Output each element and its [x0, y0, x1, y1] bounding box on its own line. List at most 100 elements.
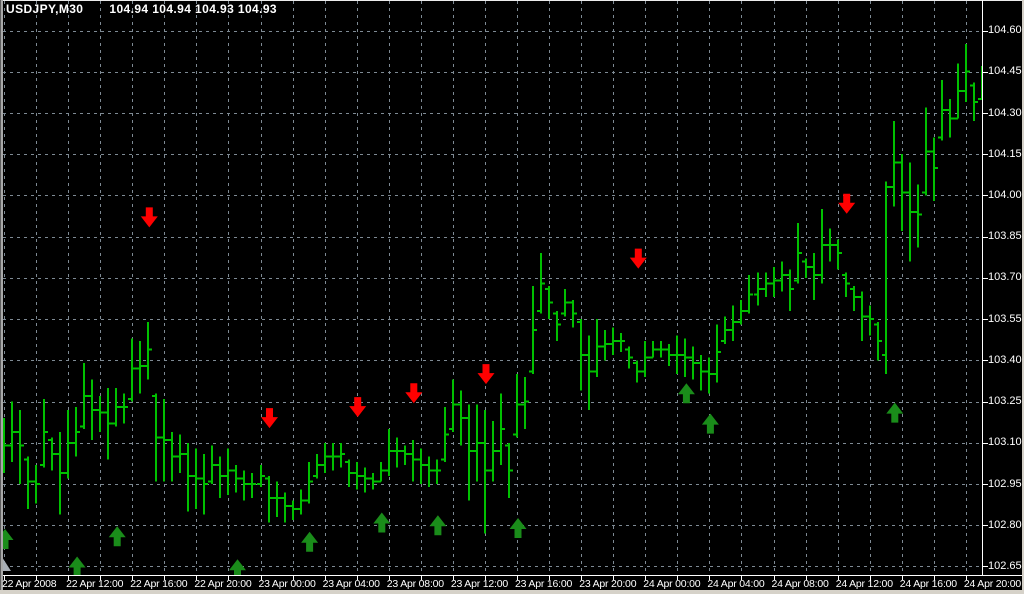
ohlc-bar [128, 338, 136, 402]
sell-signal-arrow-icon[interactable] [405, 383, 423, 404]
ohlc-bar [192, 448, 200, 509]
buy-signal-arrow-icon[interactable] [68, 556, 86, 577]
buy-signal-arrow-icon[interactable] [229, 559, 246, 579]
ohlc-bar [168, 431, 176, 482]
ohlc-bar [673, 335, 681, 375]
buy-signal-arrow-icon[interactable] [108, 526, 126, 547]
ohlc-bar [136, 341, 144, 394]
time-axis-label: 22 Apr 16:00 [130, 578, 188, 590]
ohlc-bar [721, 316, 729, 344]
sell-signal-arrow-icon[interactable] [629, 248, 647, 269]
ohlc-bar [144, 321, 152, 380]
ohlc-bar [601, 330, 609, 361]
ohlc-bar [609, 327, 617, 355]
ohlc-bar [489, 420, 497, 482]
ohlc-bar [112, 387, 120, 427]
ohlc-bar [858, 291, 866, 342]
ohlc-bar [393, 437, 401, 468]
chart-surface[interactable] [0, 0, 1024, 594]
time-axis-label: 23 Apr 16:00 [515, 578, 573, 590]
ohlc-bar [689, 346, 697, 380]
buy-signal-arrow-icon[interactable] [886, 402, 904, 423]
ohlc-bar [449, 379, 457, 432]
ohlc-bar [681, 338, 689, 377]
ohlc-bar [120, 393, 128, 424]
buy-signal-arrow-icon[interactable] [509, 518, 527, 538]
ohlc-bar [417, 448, 425, 484]
ohlc-bar [337, 442, 345, 468]
ohlc-bar [770, 266, 778, 298]
ohlc-bar [970, 82, 978, 122]
sell-signal-arrow-icon[interactable] [140, 207, 158, 228]
ohlc-bar [265, 475, 273, 523]
price-axis-label: 103.55 [988, 312, 1022, 325]
ohlc-bar [569, 299, 577, 328]
ohlc-bar [802, 258, 810, 278]
ohlc-bar [40, 398, 48, 468]
ohlc-bar [72, 407, 80, 457]
price-axis-label: 104.00 [988, 188, 1022, 201]
ohlc-bar [433, 459, 441, 484]
ohlc-bar [248, 473, 256, 498]
ohlc-bar [457, 390, 465, 446]
buy-signal-arrow-icon[interactable] [429, 515, 447, 536]
window-frame-left [0, 0, 3, 594]
time-axis-label: 24 Apr 12:00 [835, 578, 893, 590]
ohlc-bar [834, 239, 842, 270]
ohlc-bar [273, 481, 281, 517]
ohlc-bar [176, 434, 184, 473]
ohlc-bar [882, 181, 890, 375]
ohlc-bar [505, 442, 513, 498]
sell-signal-arrow-icon[interactable] [477, 364, 495, 385]
buy-signal-arrow-icon[interactable] [701, 413, 719, 434]
ohlc-bar [778, 261, 786, 292]
ohlc-bar [561, 288, 569, 317]
ohlc-bar [922, 107, 930, 196]
time-axis-label: 23 Apr 00:00 [258, 578, 316, 590]
buy-signal-arrow-icon[interactable] [301, 531, 319, 552]
sell-signal-arrow-icon[interactable] [838, 193, 856, 214]
ohlc-bar [88, 379, 96, 441]
price-axis-label: 103.25 [988, 395, 1022, 408]
price-axis-label: 104.30 [988, 106, 1022, 119]
time-axis-label: 24 Apr 08:00 [771, 578, 829, 590]
price-axis-label: 102.65 [988, 560, 1022, 572]
ohlc-bar [56, 431, 64, 515]
ohlc-bar [946, 99, 954, 138]
ohlc-bar [232, 464, 240, 493]
signal-arrows-layer [3, 193, 904, 579]
ohlc-bar [441, 407, 449, 462]
ohlc-bar [216, 456, 224, 498]
ohlc-bar [633, 360, 641, 383]
buy-signal-arrow-icon[interactable] [677, 383, 695, 404]
ohlc-bar [649, 341, 657, 359]
ohlc-bar [850, 286, 858, 311]
ohlc-bar [810, 253, 818, 300]
ohlc-bar [545, 286, 553, 320]
time-axis-label: 24 Apr 00:00 [643, 578, 701, 590]
ohlc-bar [906, 162, 914, 262]
ohlc-bar [826, 228, 834, 262]
ohlc-bar [890, 121, 898, 207]
ohlc-bar [657, 341, 665, 358]
ohlc-bar [8, 401, 16, 462]
corner-triangle-icon [2, 557, 11, 571]
time-axis-label: 23 Apr 20:00 [579, 578, 637, 590]
ohlc-bar [625, 346, 633, 369]
quote-ohlc-label: 104.94 104.94 104.93 104.93 [109, 2, 277, 16]
ohlc-bar [313, 453, 321, 479]
ohlc-bar [705, 357, 713, 394]
chart-window: USDJPY,M30 104.94 104.94 104.93 104.93 10… [0, 0, 1024, 594]
ohlc-bar [713, 324, 721, 383]
sell-signal-arrow-icon[interactable] [349, 397, 367, 418]
ohlc-bar [152, 393, 160, 482]
buy-signal-arrow-icon[interactable] [373, 512, 391, 533]
ohlc-bar [745, 275, 753, 314]
ohlc-bar [184, 442, 192, 512]
symbol-period-label: USDJPY,M30 [6, 2, 84, 16]
price-axis-label: 102.80 [988, 518, 1022, 531]
ohlc-bar [305, 462, 313, 504]
ohlc-bar [257, 464, 265, 487]
window-frame-bottom [0, 590, 1024, 594]
sell-signal-arrow-icon[interactable] [261, 408, 278, 429]
